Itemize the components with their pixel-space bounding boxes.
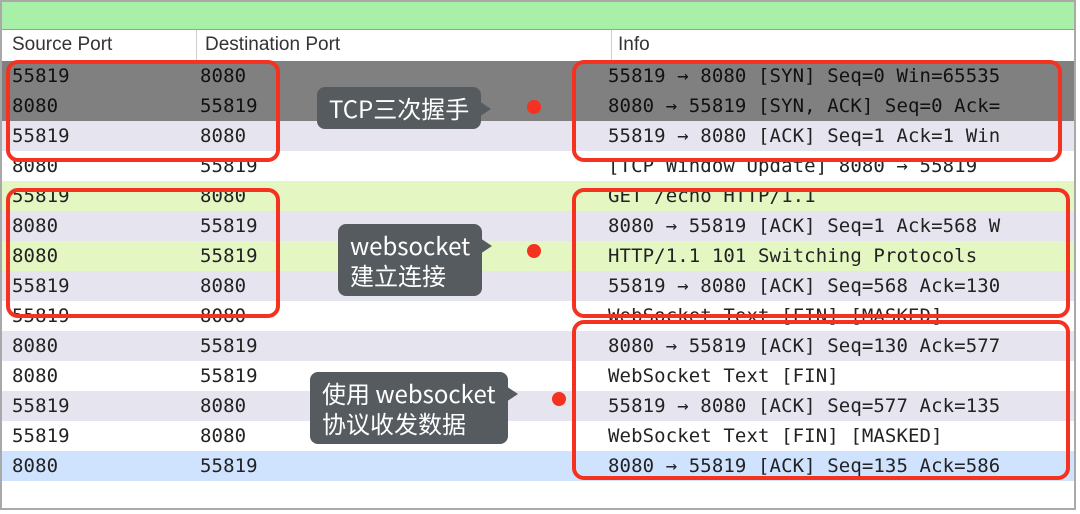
cell-source-port: 8080 [2,155,196,177]
table-row[interactable]: 8080558198080 → 55819 [ACK] Seq=130 Ack=… [2,331,1074,361]
cell-source-port: 8080 [2,215,196,237]
cell-dest-port: 55819 [196,335,606,357]
cell-source-port: 55819 [2,395,196,417]
cell-info: HTTP/1.1 101 Switching Protocols [606,245,1074,267]
header-divider [611,30,612,60]
cell-source-port: 8080 [2,95,196,117]
cell-info: 8080 → 55819 [SYN, ACK] Seq=0 Ack= [606,95,1074,117]
table-row[interactable]: 8080558198080 → 55819 [ACK] Seq=1 Ack=56… [2,211,1074,241]
table-row[interactable]: 55819808055819 → 8080 [ACK] Seq=577 Ack=… [2,391,1074,421]
dot-ws [527,244,541,258]
cell-info: 55819 → 8080 [ACK] Seq=577 Ack=135 [606,395,1074,417]
table-row[interactable]: 55819808055819 → 8080 [ACK] Seq=1 Ack=1 … [2,121,1074,151]
toolbar-greenbar [2,2,1074,30]
packet-table-frame: Source Port Destination Port Info 558198… [0,0,1076,510]
cell-dest-port: 8080 [196,185,606,207]
dot-data [552,392,566,406]
cell-source-port: 55819 [2,185,196,207]
header-divider [196,30,197,60]
callout-websocket-connect: websocket 建立连接 [338,224,482,296]
cell-info: 8080 → 55819 [ACK] Seq=135 Ack=586 [606,455,1074,477]
cell-source-port: 55819 [2,275,196,297]
cell-info: WebSocket Text [FIN] [MASKED] [606,425,1074,447]
cell-source-port: 8080 [2,245,196,267]
table-row[interactable]: 808055819[TCP Window Update] 8080 → 5581… [2,151,1074,181]
cell-source-port: 55819 [2,125,196,147]
cell-info: 8080 → 55819 [ACK] Seq=1 Ack=568 W [606,215,1074,237]
cell-info: GET /echo HTTP/1.1 [606,185,1074,207]
table-row[interactable]: 558198080WebSocket Text [FIN] [MASKED] [2,421,1074,451]
table-row[interactable]: 55819808055819 → 8080 [ACK] Seq=568 Ack=… [2,271,1074,301]
packet-rows: 55819808055819 → 8080 [SYN] Seq=0 Win=65… [2,61,1074,481]
table-row[interactable]: 558198080WebSocket Text [FIN] [MASKED] [2,301,1074,331]
cell-source-port: 55819 [2,425,196,447]
cell-info: WebSocket Text [FIN] [MASKED] [606,305,1074,327]
cell-source-port: 8080 [2,335,196,357]
callout-websocket-data: 使用 websocket 协议收发数据 [310,372,508,444]
callout-tcp-handshake: TCP三次握手 [317,87,481,129]
column-headers: Source Port Destination Port Info [2,30,1074,61]
cell-source-port: 8080 [2,365,196,387]
cell-source-port: 55819 [2,65,196,87]
cell-info: [TCP Window Update] 8080 → 55819 [606,155,1074,177]
header-info[interactable]: Info [616,34,1074,56]
dot-tcp [527,100,541,114]
table-row[interactable]: 558198080GET /echo HTTP/1.1 [2,181,1074,211]
cell-info: 55819 → 8080 [ACK] Seq=568 Ack=130 [606,275,1074,297]
header-dest-port[interactable]: Destination Port [201,34,611,56]
table-row[interactable]: 808055819WebSocket Text [FIN] [2,361,1074,391]
cell-dest-port: 8080 [196,305,606,327]
cell-info: WebSocket Text [FIN] [606,365,1074,387]
cell-dest-port: 8080 [196,65,606,87]
cell-source-port: 55819 [2,305,196,327]
cell-info: 55819 → 8080 [ACK] Seq=1 Ack=1 Win [606,125,1074,147]
header-source-port[interactable]: Source Port [2,34,196,56]
cell-source-port: 8080 [2,455,196,477]
table-row[interactable]: 55819808055819 → 8080 [SYN] Seq=0 Win=65… [2,61,1074,91]
cell-dest-port: 55819 [196,455,606,477]
cell-info: 55819 → 8080 [SYN] Seq=0 Win=65535 [606,65,1074,87]
cell-dest-port: 55819 [196,155,606,177]
cell-info: 8080 → 55819 [ACK] Seq=130 Ack=577 [606,335,1074,357]
table-row[interactable]: 8080558198080 → 55819 [ACK] Seq=135 Ack=… [2,451,1074,481]
